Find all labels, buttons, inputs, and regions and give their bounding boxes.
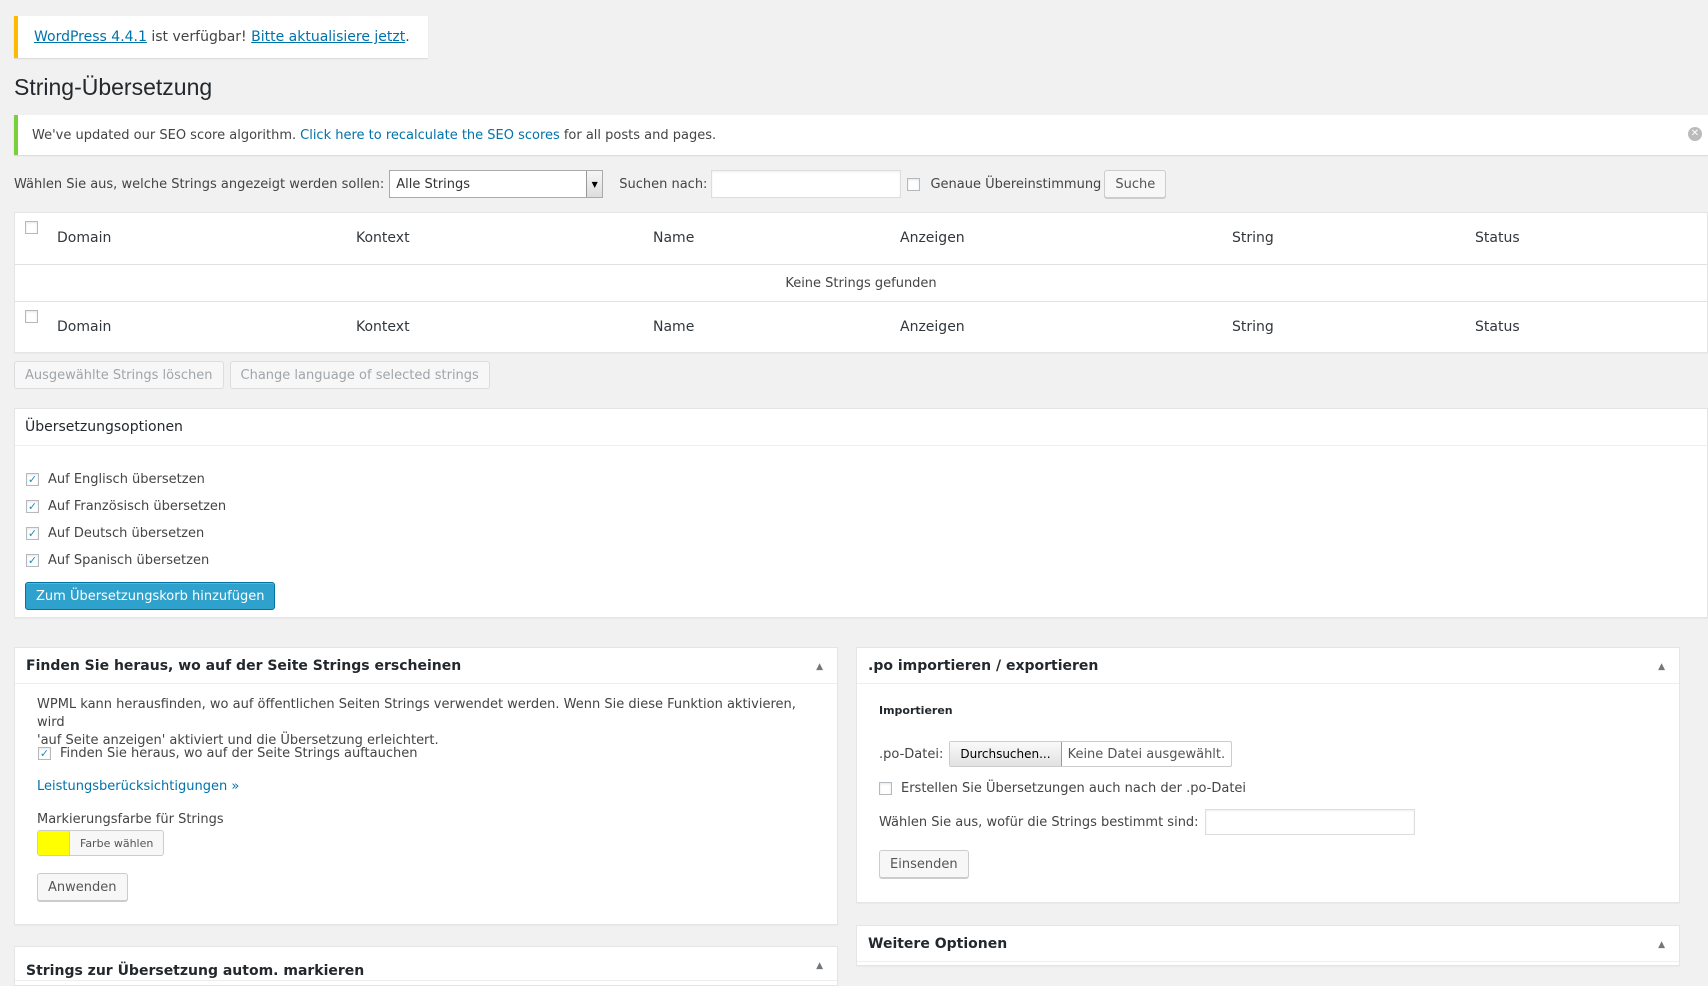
no-file-text: Keine Datei ausgewählt.	[1067, 746, 1226, 762]
close-icon[interactable]: ✕	[1688, 127, 1702, 141]
option-french-label: Auf Französisch übersetzen	[48, 499, 227, 514]
find-strings-box: Finden Sie heraus, wo auf der Seite Stri…	[14, 647, 838, 925]
col-context-footer[interactable]: Kontext	[356, 319, 410, 335]
update-notice: WordPress 4.4.1 ist verfügbar! Bitte akt…	[14, 16, 428, 58]
update-now-link[interactable]: Bitte aktualisiere jetzt	[251, 29, 405, 45]
auto-mark-box: Strings zur Übersetzung autom. markieren…	[14, 946, 838, 986]
exact-match-checkbox[interactable]	[907, 177, 921, 191]
search-label: Suchen nach:	[619, 176, 708, 192]
col-string-footer: String	[1232, 319, 1274, 335]
col-name[interactable]: Name	[653, 230, 694, 246]
po-file-label: .po-Datei:	[879, 746, 944, 762]
highlight-color-label: Markierungsfarbe für Strings	[37, 812, 224, 827]
po-file-row: .po-Datei: Durchsuchen... Keine Datei au…	[879, 741, 1233, 767]
search-input[interactable]	[711, 170, 902, 198]
bulk-actions: Ausgewählte Strings löschen Change langu…	[14, 361, 490, 389]
search-button[interactable]: Suche	[1104, 170, 1167, 198]
col-view-footer: Anzeigen	[900, 319, 965, 335]
performance-link[interactable]: Leistungsberücksichtigungen »	[37, 779, 239, 794]
col-view: Anzeigen	[900, 230, 965, 246]
more-options-title: Weitere Optionen	[857, 926, 1679, 962]
chevron-down-icon[interactable]: ▼	[586, 171, 603, 197]
table-header: Domain Kontext Name Anzeigen String Stat…	[15, 213, 1707, 265]
color-swatch	[38, 831, 70, 855]
translation-options-title: Übersetzungsoptionen	[15, 409, 1707, 446]
page-title: String-Übersetzung	[14, 74, 213, 100]
col-name-footer[interactable]: Name	[653, 319, 694, 335]
select-all-checkbox-footer[interactable]	[25, 310, 38, 323]
color-picker-label: Farbe wählen	[80, 836, 154, 850]
update-text: ist verfügbar!	[151, 29, 247, 45]
import-heading: Importieren	[879, 704, 953, 717]
add-to-basket-button[interactable]: Zum Übersetzungskorb hinzufügen	[25, 582, 276, 610]
strings-table: Domain Kontext Name Anzeigen String Stat…	[14, 212, 1708, 353]
target-input[interactable]	[1204, 809, 1415, 835]
more-options-box: Weitere Optionen ▲	[856, 925, 1680, 966]
auto-mark-title: Strings zur Übersetzung autom. markieren	[15, 947, 837, 981]
find-strings-checkbox[interactable]: ✓	[38, 747, 51, 760]
recalculate-seo-link[interactable]: Click here to recalculate the SEO scores	[300, 128, 560, 143]
color-picker[interactable]: Farbe wählen	[37, 830, 165, 856]
triangle-up-icon[interactable]: ▲	[816, 662, 823, 672]
col-domain-footer[interactable]: Domain	[57, 319, 111, 335]
table-footer: Domain Kontext Name Anzeigen String Stat…	[15, 301, 1707, 353]
seo-notice: We've updated our SEO score algorithm. C…	[14, 115, 1708, 155]
triangle-up-icon[interactable]: ▲	[1658, 940, 1665, 950]
triangle-up-icon[interactable]: ▲	[1658, 662, 1665, 672]
translation-options-box: Übersetzungsoptionen ✓ Auf Englisch über…	[14, 408, 1708, 618]
col-domain[interactable]: Domain	[57, 230, 111, 246]
string-filter-select[interactable]: Alle Strings ▼	[389, 170, 604, 198]
notice-text: We've updated our SEO score algorithm.	[32, 127, 297, 143]
delete-selected-button[interactable]: Ausgewählte Strings löschen	[14, 361, 224, 389]
select-value: Alle Strings	[396, 176, 471, 192]
apply-button[interactable]: Anwenden	[37, 873, 128, 901]
create-translations-option[interactable]: Erstellen Sie Übersetzungen auch nach de…	[879, 781, 1246, 796]
option-german-label: Auf Deutsch übersetzen	[48, 526, 205, 541]
option-german-checkbox[interactable]: ✓	[26, 527, 39, 540]
target-label: Wählen Sie aus, wofür die Strings bestim…	[879, 814, 1199, 830]
change-language-button[interactable]: Change language of selected strings	[229, 361, 490, 389]
wordpress-version-link[interactable]: WordPress 4.4.1	[34, 29, 147, 45]
notice-text-end: for all posts and pages.	[563, 127, 717, 143]
option-english[interactable]: ✓ Auf Englisch übersetzen	[26, 472, 205, 487]
option-spanish-label: Auf Spanisch übersetzen	[48, 553, 210, 568]
filter-bar: Wählen Sie aus, welche Strings angezeigt…	[14, 170, 1167, 198]
find-strings-description: WPML kann herausfinden, wo auf öffentlic…	[37, 697, 796, 748]
option-spanish-checkbox[interactable]: ✓	[26, 554, 39, 567]
option-spanish[interactable]: ✓ Auf Spanisch übersetzen	[26, 553, 209, 568]
col-status-footer: Status	[1475, 319, 1520, 335]
col-string: String	[1232, 230, 1274, 246]
find-strings-option[interactable]: ✓ Finden Sie heraus, wo auf der Seite St…	[38, 746, 417, 761]
exact-match-label: Genaue Übereinstimmung	[930, 176, 1102, 192]
option-french-checkbox[interactable]: ✓	[26, 500, 39, 513]
option-english-checkbox[interactable]: ✓	[26, 473, 39, 486]
select-all-checkbox[interactable]	[25, 221, 38, 234]
filter-label: Wählen Sie aus, welche Strings angezeigt…	[14, 176, 385, 192]
find-strings-title: Finden Sie heraus, wo auf der Seite Stri…	[15, 648, 837, 684]
col-status: Status	[1475, 230, 1520, 246]
triangle-up-icon[interactable]: ▲	[816, 961, 823, 971]
browse-button[interactable]: Durchsuchen...	[950, 742, 1062, 766]
col-context[interactable]: Kontext	[356, 230, 410, 246]
create-translations-checkbox[interactable]	[879, 782, 892, 795]
option-english-label: Auf Englisch übersetzen	[48, 472, 205, 487]
option-german[interactable]: ✓ Auf Deutsch übersetzen	[26, 526, 204, 541]
submit-button[interactable]: Einsenden	[879, 850, 969, 878]
po-file-input[interactable]: Durchsuchen... Keine Datei ausgewählt.	[949, 741, 1233, 767]
option-french[interactable]: ✓ Auf Französisch übersetzen	[26, 499, 226, 514]
po-import-export-box: .po importieren / exportieren ▲ Importie…	[856, 647, 1680, 903]
target-row: Wählen Sie aus, wofür die Strings bestim…	[879, 809, 1415, 835]
po-import-export-title: .po importieren / exportieren	[857, 648, 1679, 684]
empty-message: Keine Strings gefunden	[785, 275, 937, 291]
color-picker-button[interactable]: Farbe wählen	[37, 830, 165, 856]
find-strings-checkbox-label: Finden Sie heraus, wo auf der Seite Stri…	[60, 746, 418, 761]
create-translations-label: Erstellen Sie Übersetzungen auch nach de…	[901, 781, 1247, 796]
